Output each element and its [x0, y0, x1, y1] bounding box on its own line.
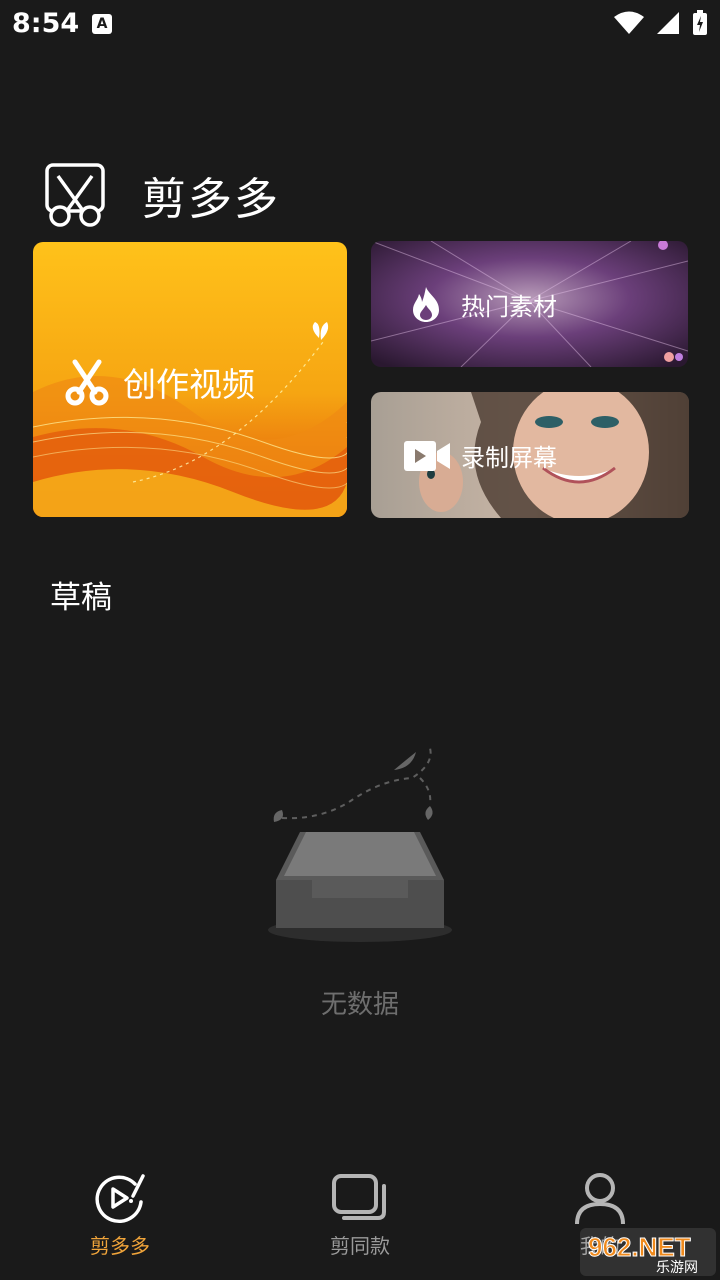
watermark-subtext: 乐游网 — [656, 1260, 698, 1276]
battery-icon — [693, 10, 707, 35]
app-title: 剪多多 — [142, 174, 280, 225]
empty-box-icon — [268, 747, 452, 942]
status-bar: 8:54 A — [0, 0, 720, 50]
empty-state-text: 无数据 — [320, 990, 399, 1020]
watermark-number: 962.NET — [588, 1232, 691, 1262]
app-header: 剪多多 — [44, 162, 280, 228]
user-icon — [575, 1173, 625, 1225]
record-screen-card[interactable]: 录制屏幕 — [371, 392, 689, 518]
video-camera-icon — [404, 440, 450, 471]
layers-icon — [332, 1174, 386, 1220]
tab-label: 剪多多 — [90, 1234, 150, 1258]
scissors-icon — [65, 359, 109, 406]
create-video-label-row: 创作视频 — [63, 358, 255, 406]
tab-same-style[interactable]: 剪同款 — [240, 1160, 480, 1280]
hot-materials-label-row: 热门素材 — [409, 285, 557, 323]
record-screen-label-row: 录制屏幕 — [403, 438, 557, 473]
drafts-title: 草稿 — [50, 580, 112, 616]
site-watermark: 962.NET 乐游网 — [580, 1228, 716, 1276]
play-edit-icon — [95, 1174, 145, 1223]
tab-jianduoduo[interactable]: 剪多多 — [0, 1160, 240, 1280]
app-logo-icon — [45, 163, 105, 227]
flame-icon — [413, 287, 439, 322]
signal-icon — [657, 12, 679, 34]
create-video-card[interactable]: 创作视频 — [33, 242, 347, 517]
create-video-label: 创作视频 — [123, 365, 255, 404]
status-icons — [614, 10, 708, 36]
wifi-icon — [614, 11, 644, 34]
hot-materials-card[interactable]: 热门素材 — [371, 241, 688, 367]
record-screen-label: 录制屏幕 — [461, 444, 557, 472]
hot-materials-label: 热门素材 — [461, 292, 557, 321]
accessibility-icon: A — [92, 14, 112, 34]
tab-label: 剪同款 — [330, 1234, 390, 1258]
status-time: 8:54 — [12, 8, 80, 39]
